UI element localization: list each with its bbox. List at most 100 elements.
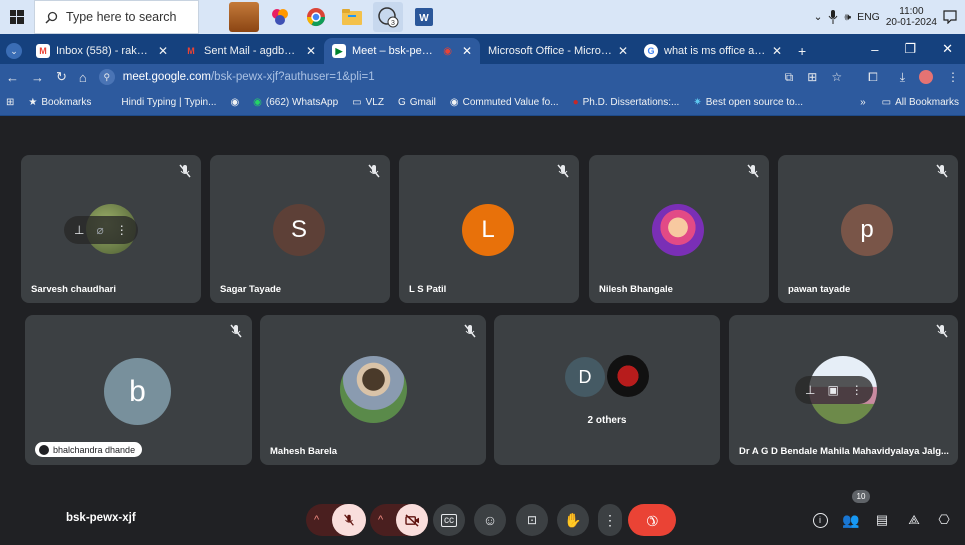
- close-tab-icon[interactable]: ✕: [618, 44, 628, 58]
- restore-icon[interactable]: ❐: [904, 41, 916, 57]
- participant-tile[interactable]: ⊥ ⌀ ⋮ Sarvesh chaudhari: [21, 155, 201, 303]
- taskbar-app-chrome[interactable]: [301, 2, 331, 32]
- address-bar[interactable]: ⚲ meet.google.com/bsk-pewx-xjf?authuser=…: [98, 69, 773, 85]
- windows-start-button[interactable]: [0, 0, 34, 34]
- pin-icon[interactable]: ⊥: [74, 223, 84, 237]
- tab-meet[interactable]: ▶ Meet – bsk-pewx-xjf ◉ ✕: [324, 38, 480, 64]
- open-in-app-icon[interactable]: ⧉: [785, 70, 794, 85]
- participant-tile[interactable]: Nilesh Bhangale: [589, 155, 769, 303]
- notification-icon[interactable]: [943, 10, 957, 24]
- raise-hand-button[interactable]: ✋: [557, 504, 589, 536]
- close-tab-icon[interactable]: ✕: [772, 44, 782, 58]
- close-tab-icon[interactable]: ✕: [462, 44, 472, 58]
- tab-search-button[interactable]: ⌄: [6, 38, 28, 64]
- translate-icon[interactable]: ⊞: [807, 70, 817, 84]
- word-icon: W: [415, 8, 433, 26]
- microphone-icon[interactable]: [828, 10, 838, 24]
- home-icon[interactable]: ⌂: [79, 70, 87, 85]
- bookmark-item[interactable]: ★ Bookmarks: [28, 97, 91, 108]
- bookmark-item[interactable]: G Gmail: [398, 97, 436, 108]
- pin-icon[interactable]: ⊥: [805, 383, 815, 397]
- google-icon: G: [397, 97, 406, 108]
- apps-grid-icon[interactable]: ⊞: [6, 97, 14, 108]
- participant-tile[interactable]: b bhalchandra dhande: [25, 315, 252, 465]
- new-tab-button[interactable]: +: [790, 38, 812, 64]
- chevron-up-icon[interactable]: ⌄: [814, 11, 823, 23]
- profile-avatar-icon[interactable]: [919, 70, 933, 84]
- all-bookmarks-button[interactable]: ▭ All Bookmarks: [882, 97, 959, 108]
- bookmark-item[interactable]: ◉ (662) WhatsApp: [253, 97, 338, 108]
- captions-button[interactable]: cc: [433, 504, 465, 536]
- system-clock[interactable]: 11:00 20-01-2024: [886, 6, 937, 28]
- avatar: p: [841, 204, 893, 256]
- mic-toggle-button[interactable]: [332, 504, 366, 536]
- bookmark-item[interactable]: ● Ph.D. Dissertations:...: [573, 97, 680, 108]
- star-icon[interactable]: ☆: [831, 70, 842, 84]
- people-button[interactable]: 👥: [838, 507, 864, 533]
- more-options-icon[interactable]: ⋮: [851, 383, 863, 397]
- tab-inbox[interactable]: M Inbox (558) - rakeshwani198 ✕: [28, 38, 176, 64]
- host-controls-button[interactable]: ⎔: [931, 507, 957, 533]
- taskbar-app-photo[interactable]: [229, 2, 259, 32]
- browser-tab-strip: ⌄ M Inbox (558) - rakeshwani198 ✕ M Sent…: [0, 34, 965, 64]
- meeting-details-button[interactable]: i: [807, 507, 833, 533]
- camera-control-group: ^: [370, 504, 428, 536]
- participant-name: L S Patil: [409, 284, 447, 295]
- camera-toggle-button[interactable]: [396, 504, 428, 536]
- ribbon-icon: ●: [572, 97, 579, 108]
- participant-tile[interactable]: L L S Patil: [399, 155, 579, 303]
- back-arrow-icon[interactable]: ←: [6, 70, 19, 85]
- bookmarks-overflow-button[interactable]: »: [860, 97, 866, 108]
- plus-icon: +: [798, 43, 807, 59]
- bookmark-item[interactable]: Hindi Typing | Typin...: [121, 97, 216, 108]
- extensions-icon[interactable]: ⧠: [868, 70, 878, 85]
- participant-tile[interactable]: D 2 others: [494, 315, 720, 465]
- reactions-button[interactable]: ☺: [474, 504, 506, 536]
- tab-microsoft-office[interactable]: Microsoft Office - Microsoft ✕: [480, 38, 636, 64]
- more-menu-icon[interactable]: ⋮: [947, 70, 959, 84]
- chat-button[interactable]: ▤: [869, 507, 895, 533]
- close-tab-icon[interactable]: ✕: [306, 44, 316, 58]
- participant-tile[interactable]: Mahesh Barela: [260, 315, 486, 465]
- forward-arrow-icon[interactable]: →: [31, 70, 44, 85]
- bookmark-item[interactable]: ◉: [230, 97, 239, 108]
- avatar: S: [273, 204, 325, 256]
- gmail-icon: M: [36, 44, 50, 58]
- activities-button[interactable]: ⟁: [901, 507, 927, 533]
- participant-tile[interactable]: S Sagar Tayade: [210, 155, 390, 303]
- minimize-icon[interactable]: –: [871, 42, 878, 57]
- participant-tile[interactable]: ⊥ ▣ ⋮ Dr A G D Bendale Mahila Mahavidyal…: [729, 315, 958, 465]
- more-options-button[interactable]: ⋮: [598, 504, 622, 536]
- leave-call-button[interactable]: ✆: [628, 504, 676, 536]
- tab-sent-mail[interactable]: M Sent Mail - agdbmm@gmai ✕: [176, 38, 324, 64]
- folder-icon: ▭: [352, 97, 362, 108]
- bookmark-item[interactable]: ✷ Best open source to...: [693, 97, 803, 108]
- more-vert-icon: ⋮: [603, 511, 617, 528]
- shapes-icon: ⟁: [908, 512, 920, 527]
- tab-google-search[interactable]: G what is ms office and its use ✕: [636, 38, 790, 64]
- taskbar-app-whatsapp[interactable]: 3: [373, 2, 403, 32]
- avatar: [340, 356, 407, 423]
- taskbar-app-word[interactable]: W: [409, 2, 439, 32]
- close-tab-icon[interactable]: ✕: [158, 44, 168, 58]
- captions-icon: cc: [441, 513, 457, 527]
- taskbar-app-file-explorer[interactable]: [337, 2, 367, 32]
- mic-off-icon[interactable]: ⌀: [96, 223, 103, 237]
- more-options-icon[interactable]: ⋮: [116, 223, 128, 237]
- language-indicator[interactable]: ENG: [857, 11, 880, 23]
- site-info-icon[interactable]: ⚲: [98, 69, 115, 85]
- present-button[interactable]: ⊡: [516, 504, 548, 536]
- taskbar-search-box[interactable]: Type here to search: [34, 0, 199, 34]
- bookmark-item[interactable]: ▭ VLZ: [352, 97, 384, 108]
- mic-options-chevron-icon[interactable]: ^: [314, 514, 319, 526]
- taskbar-app-pinwheel[interactable]: [265, 2, 295, 32]
- frame-icon[interactable]: ▣: [827, 383, 838, 397]
- url-host: meet.google.com: [122, 71, 211, 83]
- camera-options-chevron-icon[interactable]: ^: [378, 514, 383, 526]
- download-icon[interactable]: ⤓: [900, 70, 905, 85]
- reload-icon[interactable]: ↻: [56, 69, 67, 85]
- bookmark-item[interactable]: ◉ Commuted Value fo...: [450, 97, 559, 108]
- speaker-icon[interactable]: 🕪: [844, 11, 851, 24]
- participant-tile[interactable]: p pawan tayade: [778, 155, 958, 303]
- close-window-icon[interactable]: ✕: [942, 41, 953, 57]
